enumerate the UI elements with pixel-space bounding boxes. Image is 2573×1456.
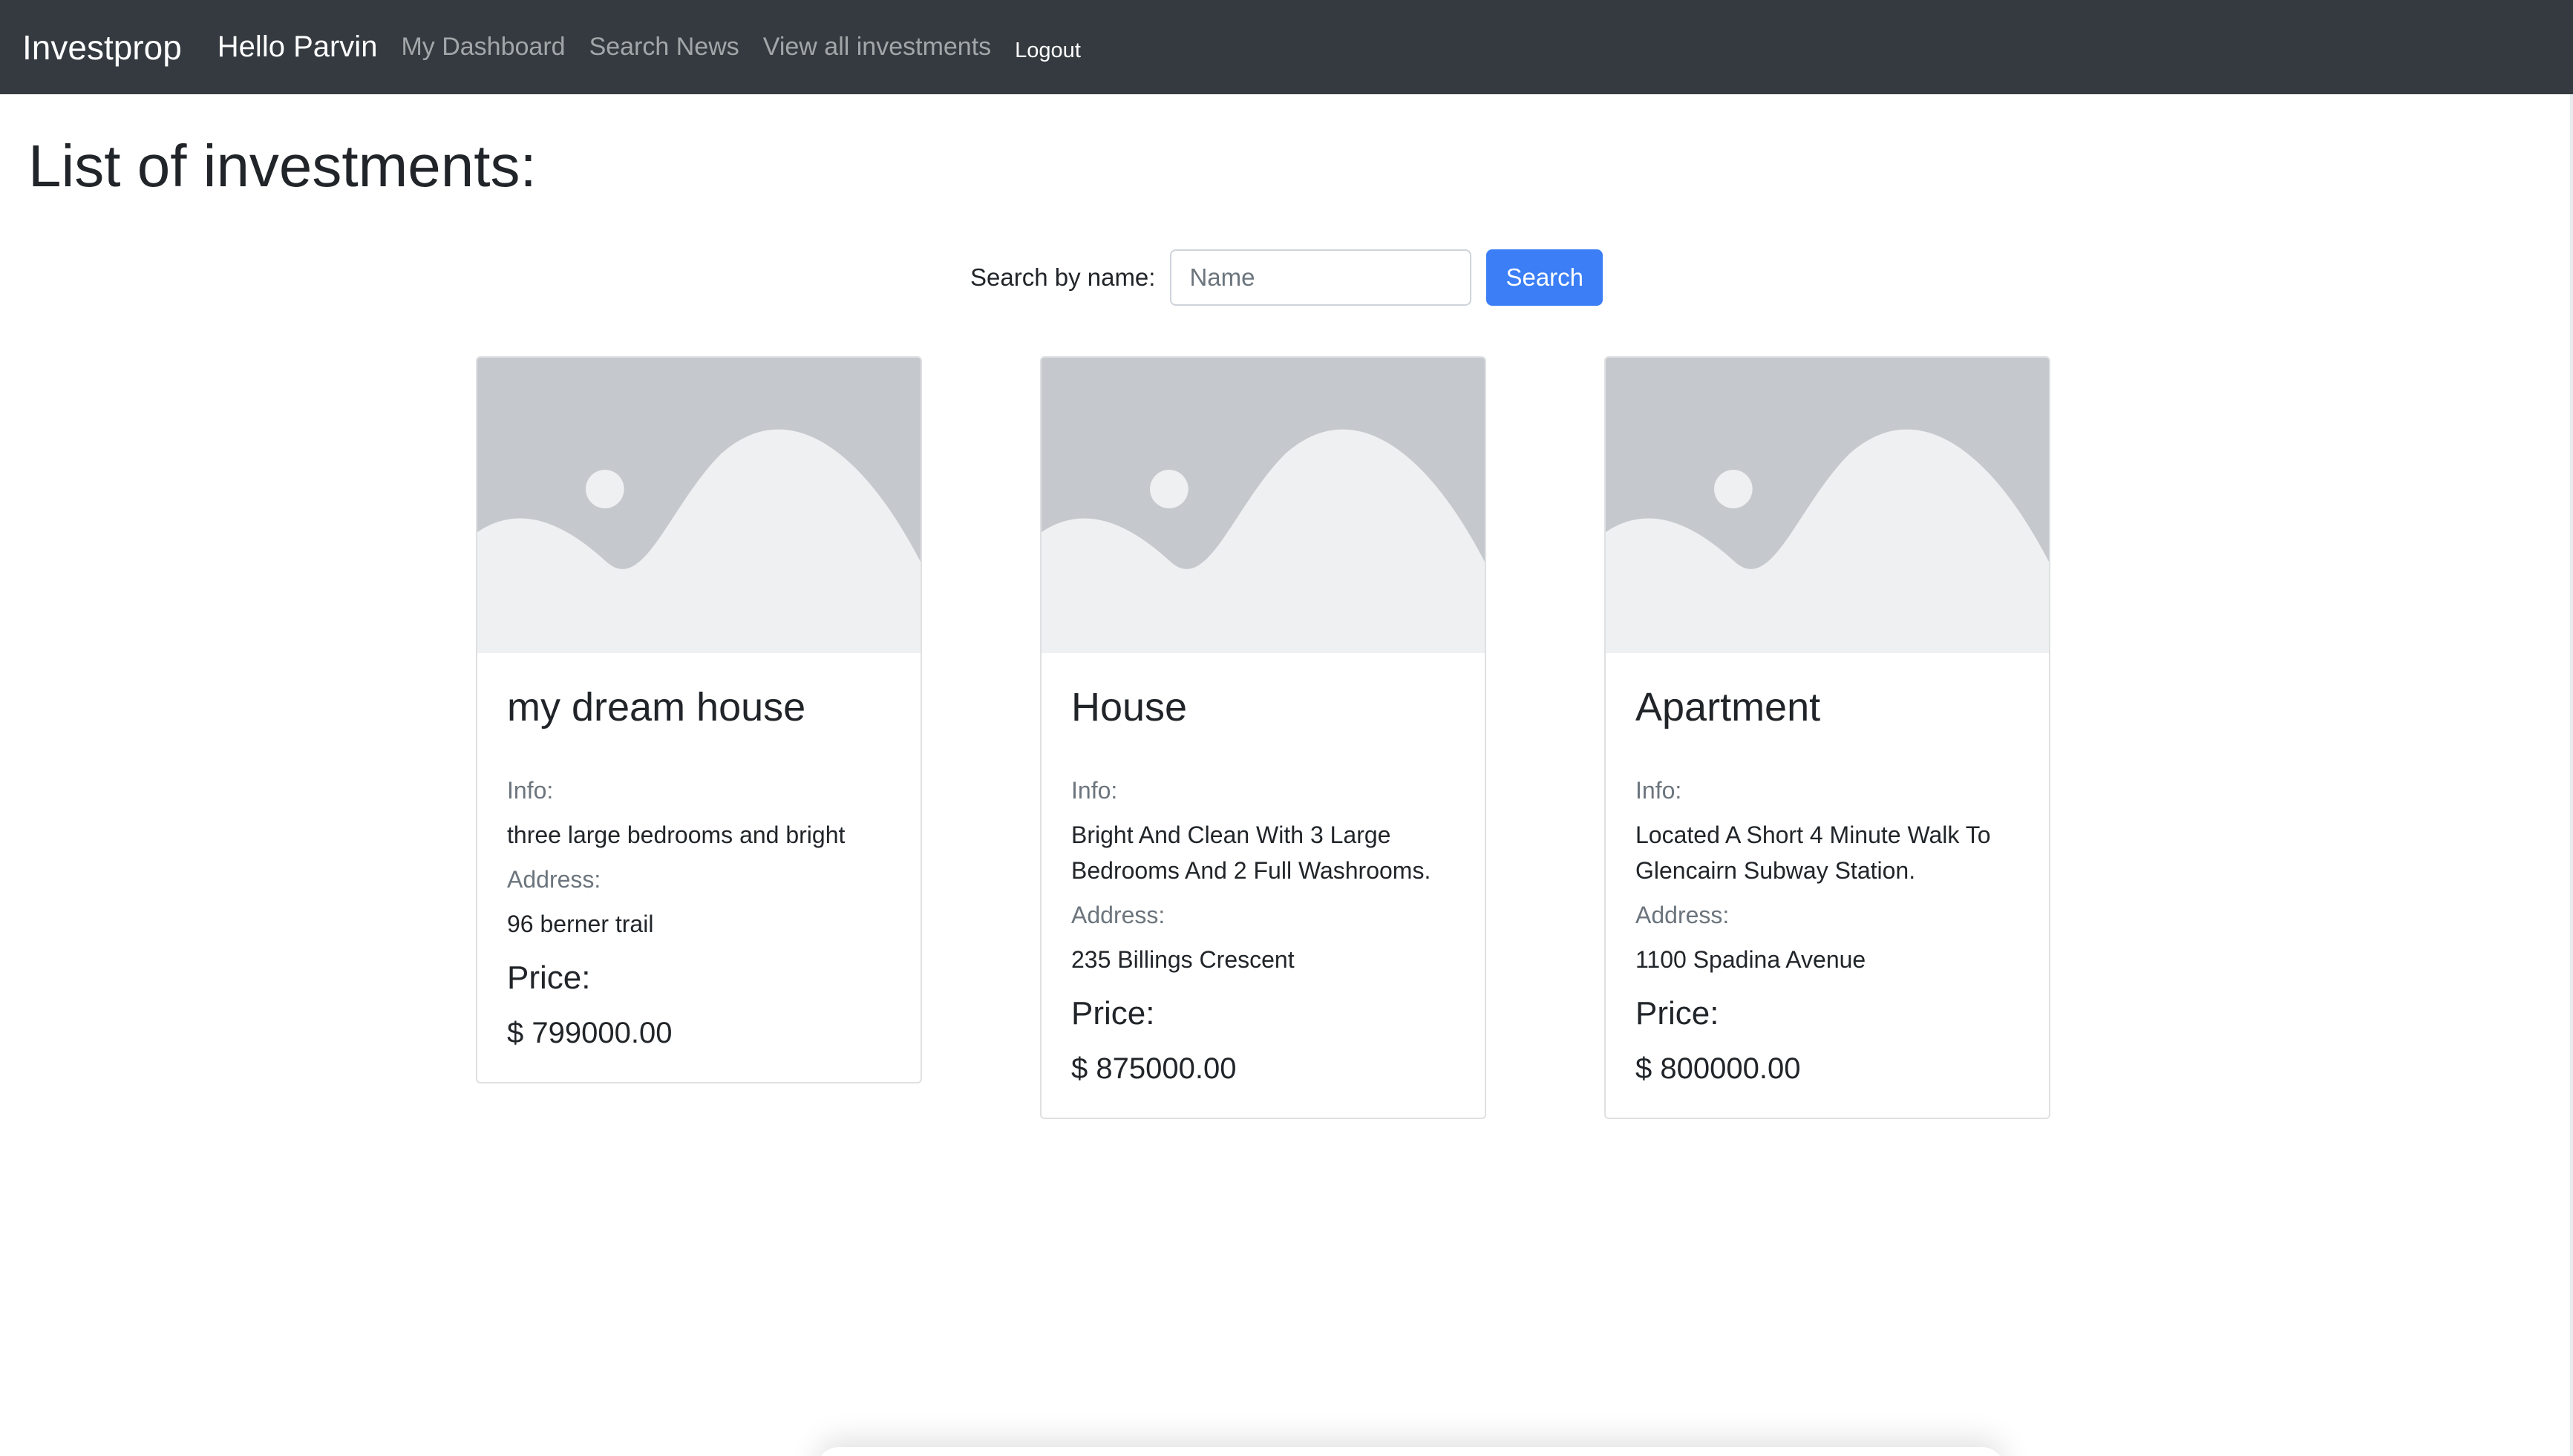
bottom-popup-shadow bbox=[817, 1447, 2004, 1456]
investment-card: House Info: Bright And Clean With 3 Larg… bbox=[1040, 356, 1486, 1119]
top-navbar: Investprop Hello Parvin My Dashboard Sea… bbox=[0, 0, 2573, 94]
image-placeholder-icon bbox=[1042, 358, 1485, 653]
address-value: 1100 Spadina Avenue bbox=[1635, 946, 1866, 974]
nav-link-search-news[interactable]: Search News bbox=[589, 33, 739, 62]
price-value: $ 875000.00 bbox=[1071, 1052, 1237, 1085]
price-label: Price: bbox=[1635, 995, 1719, 1032]
address-value: 96 berner trail bbox=[507, 911, 654, 938]
investment-card: my dream house Info: three large bedroom… bbox=[476, 356, 922, 1083]
image-placeholder-icon bbox=[477, 358, 921, 653]
info-label: Info: bbox=[507, 777, 554, 804]
search-label: Search by name: bbox=[970, 263, 1156, 291]
info-label: Info: bbox=[1635, 777, 1682, 804]
price-label: Price: bbox=[507, 960, 591, 997]
logout-button[interactable]: Logout bbox=[1015, 39, 1081, 63]
address-label: Address: bbox=[507, 866, 601, 893]
search-form: Search by name: Search bbox=[0, 249, 2573, 306]
investment-name: my dream house bbox=[507, 685, 806, 729]
user-greeting: Hello Parvin bbox=[217, 30, 378, 63]
investment-card: Apartment Info: Located A Short 4 Minute… bbox=[1604, 356, 2050, 1119]
info-value: Located A Short 4 Minute Walk To Glencai… bbox=[1635, 822, 1991, 885]
price-value: $ 800000.00 bbox=[1635, 1052, 1801, 1085]
info-label: Info: bbox=[1071, 777, 1118, 804]
nav-link-view-all-investments[interactable]: View all investments bbox=[763, 33, 991, 62]
price-value: $ 799000.00 bbox=[507, 1016, 673, 1049]
search-input[interactable] bbox=[1170, 249, 1472, 306]
address-label: Address: bbox=[1635, 902, 1730, 929]
investment-name: Apartment bbox=[1635, 685, 1821, 729]
address-value: 235 Billings Crescent bbox=[1071, 946, 1295, 974]
info-value: Bright And Clean With 3 Large Bedrooms A… bbox=[1071, 822, 1431, 885]
investment-name: House bbox=[1071, 685, 1188, 729]
brand-logo[interactable]: Investprop bbox=[22, 27, 182, 68]
address-label: Address: bbox=[1071, 902, 1165, 929]
image-placeholder-icon bbox=[1606, 358, 2049, 653]
price-label: Price: bbox=[1071, 995, 1155, 1032]
info-value: three large bedrooms and bright bbox=[507, 822, 846, 849]
search-button[interactable]: Search bbox=[1486, 249, 1603, 306]
page-title: List of investments: bbox=[28, 133, 537, 199]
nav-link-my-dashboard[interactable]: My Dashboard bbox=[401, 33, 565, 62]
